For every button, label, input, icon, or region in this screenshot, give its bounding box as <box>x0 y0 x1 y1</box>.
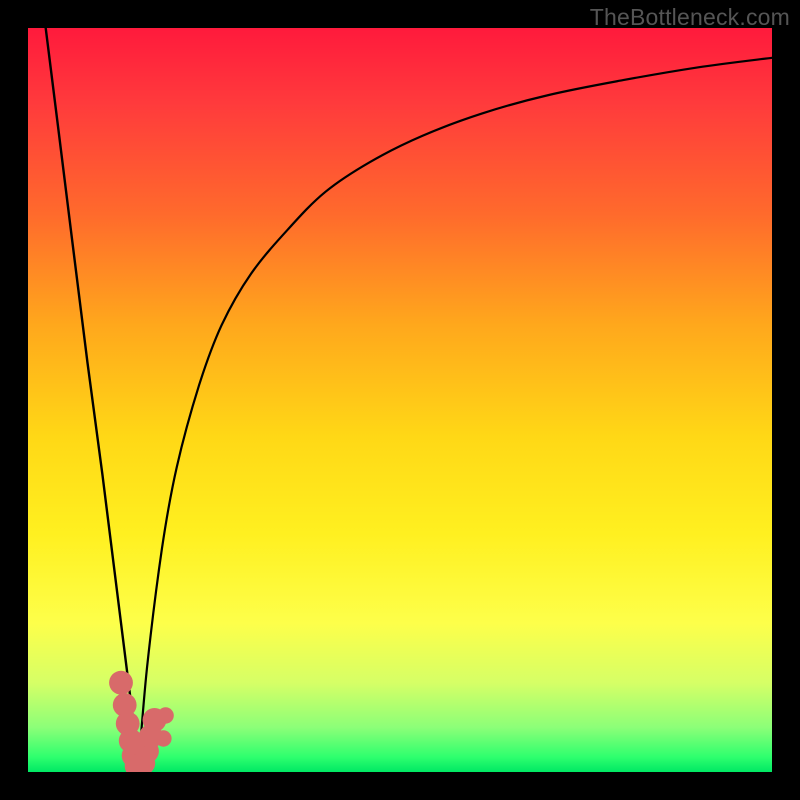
curve-right-branch <box>138 58 772 772</box>
watermark-text: TheBottleneck.com <box>590 4 790 31</box>
data-dot <box>157 707 173 723</box>
plot-area <box>28 28 772 772</box>
curve-left-branch <box>43 28 138 772</box>
data-dot <box>155 730 171 746</box>
data-dot <box>109 671 133 695</box>
outer-frame: TheBottleneck.com <box>0 0 800 800</box>
chart-svg <box>28 28 772 772</box>
